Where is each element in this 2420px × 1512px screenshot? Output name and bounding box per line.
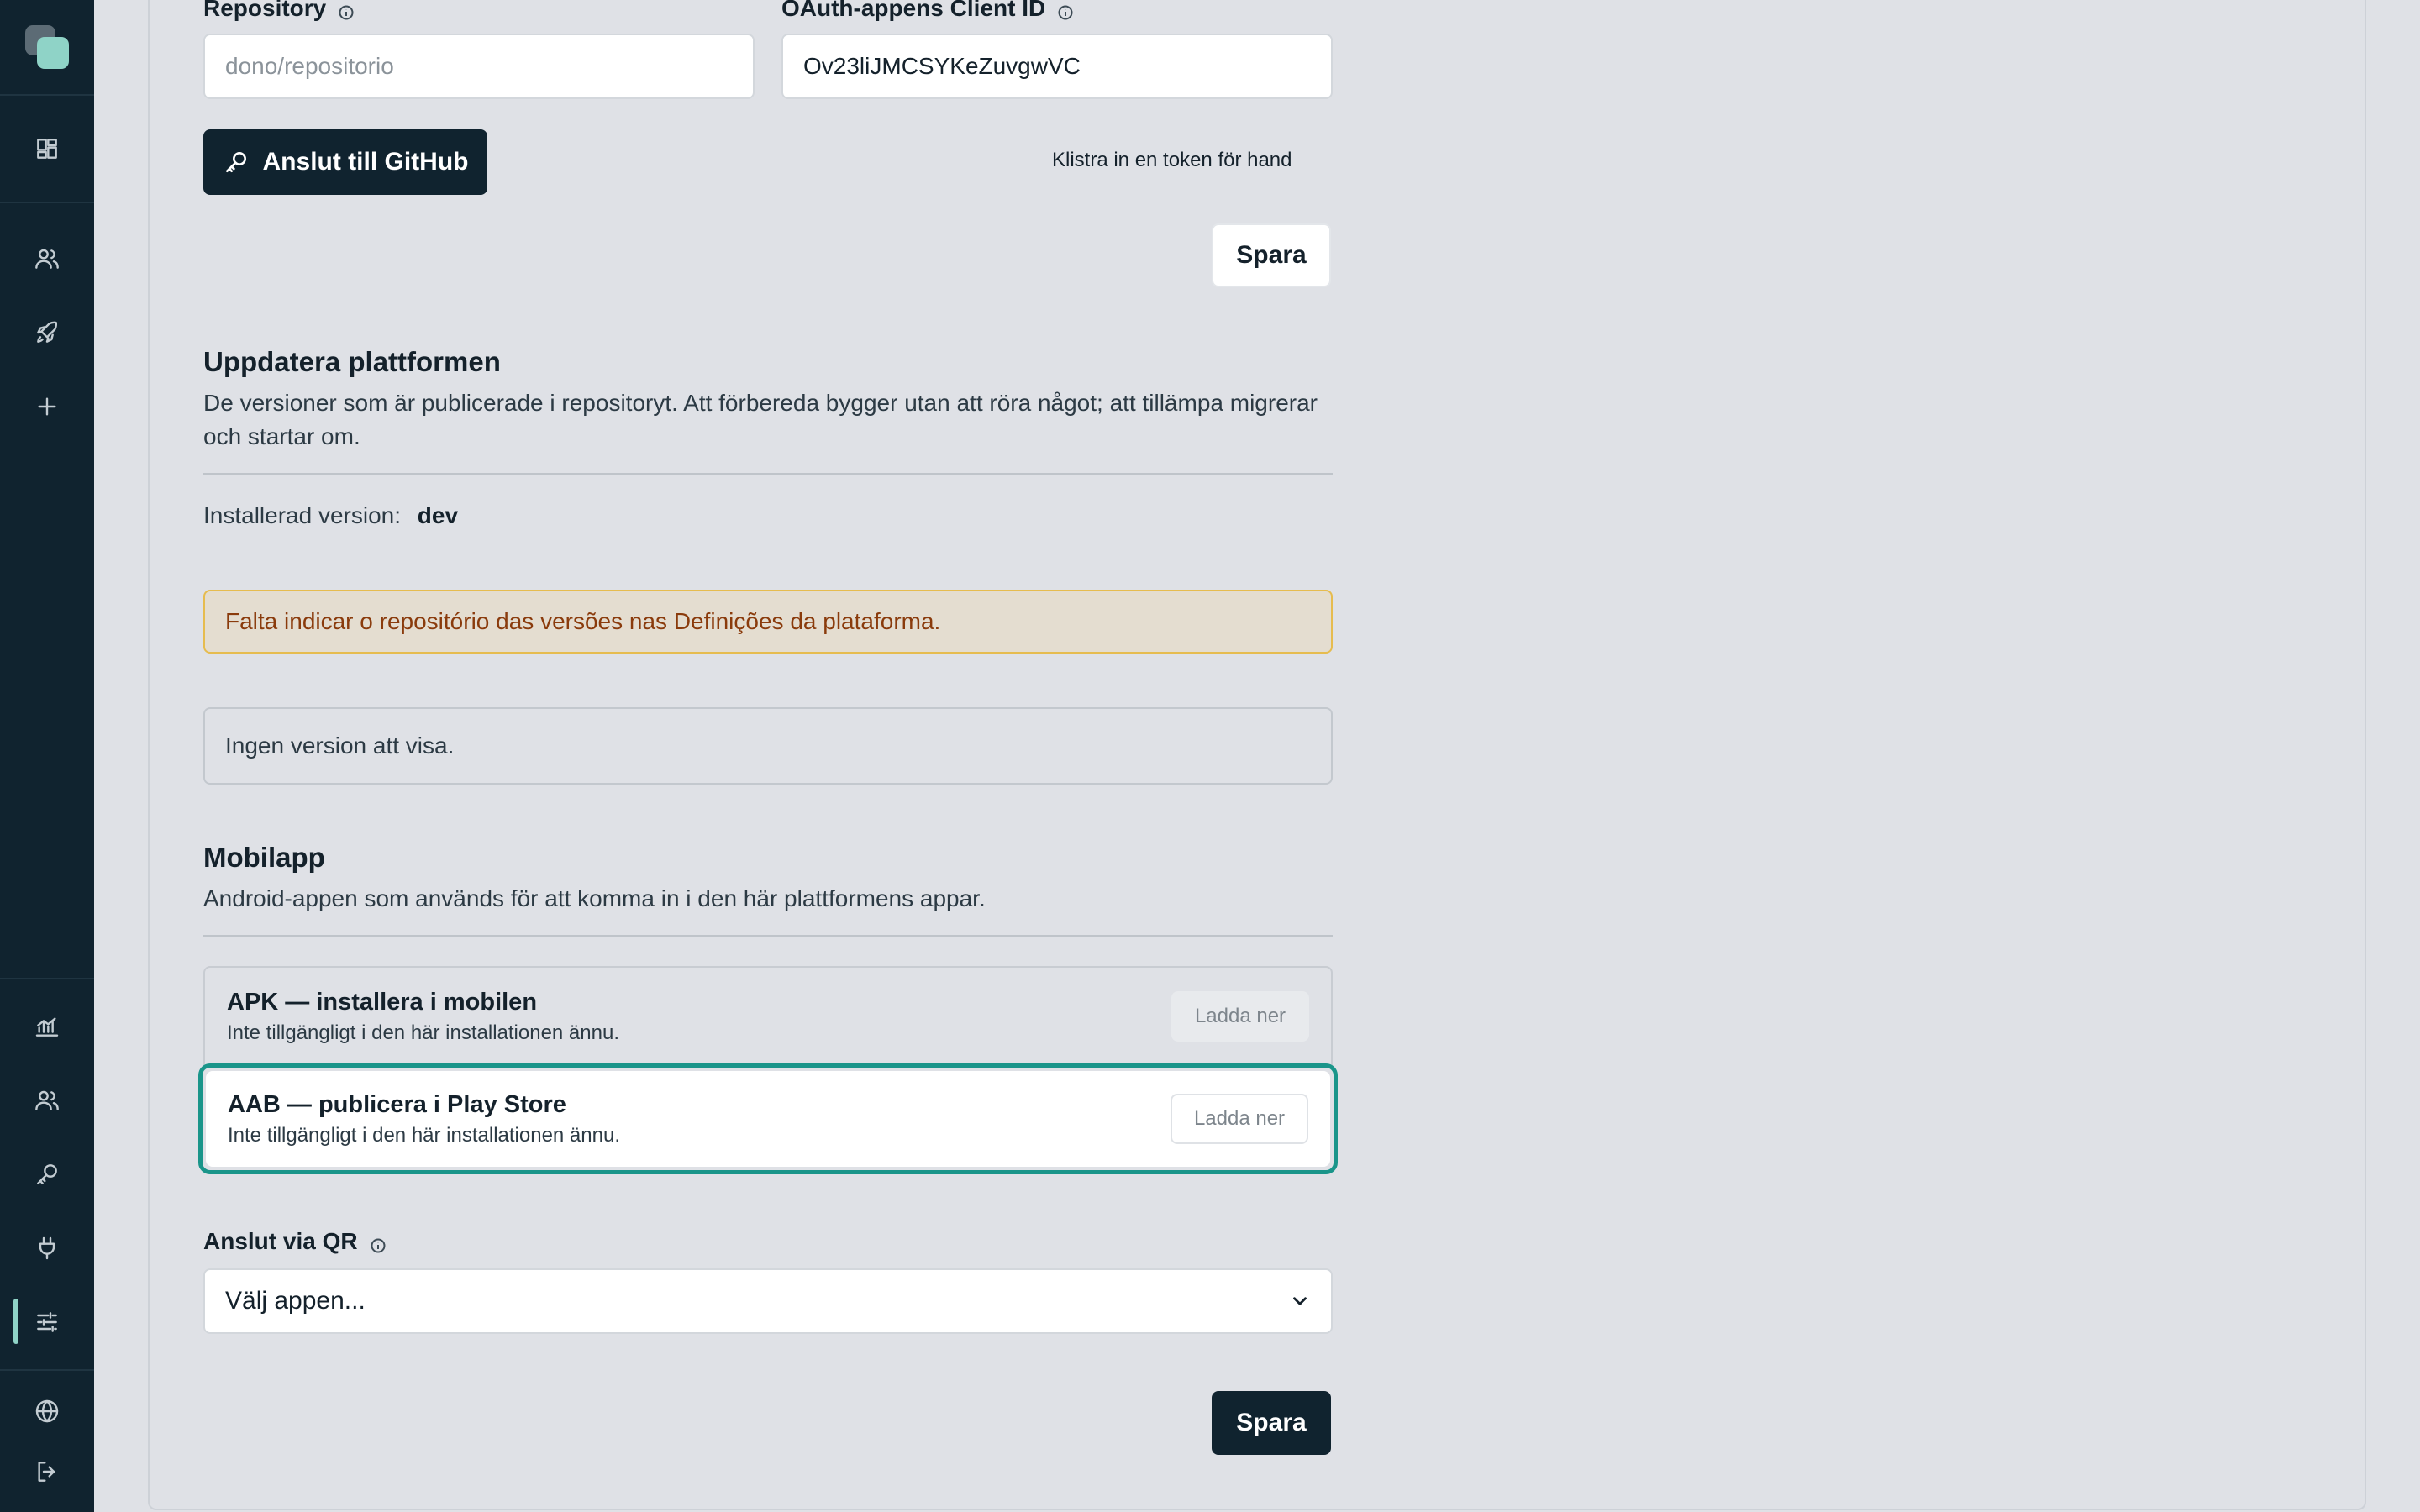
key-icon[interactable] bbox=[29, 1156, 66, 1193]
info-icon[interactable] bbox=[370, 1233, 387, 1253]
repository-label: Repository bbox=[203, 0, 355, 22]
sidebar-divider bbox=[0, 978, 94, 979]
save-mobile-button[interactable]: Spara bbox=[1212, 1391, 1331, 1455]
globe-icon[interactable] bbox=[29, 1393, 66, 1430]
download-item-subtitle: Inte tillgängligt i den här installation… bbox=[228, 1123, 620, 1147]
download-item-title: AAB — publicera i Play Store bbox=[228, 1090, 566, 1118]
analytics-icon[interactable] bbox=[29, 1008, 66, 1045]
sliders-icon[interactable] bbox=[29, 1304, 66, 1341]
download-aab-button[interactable]: Ladda ner bbox=[1171, 1094, 1308, 1144]
logout-icon[interactable] bbox=[29, 1453, 66, 1490]
plug-icon[interactable] bbox=[29, 1230, 66, 1267]
section-divider bbox=[203, 473, 1333, 475]
download-item-subtitle: Inte tillgängligt i den här installation… bbox=[227, 1021, 619, 1044]
plus-icon[interactable] bbox=[29, 388, 66, 425]
users-icon[interactable] bbox=[29, 240, 66, 277]
sidebar-divider bbox=[0, 94, 94, 96]
update-section-title: Uppdatera plattformen bbox=[203, 346, 501, 377]
download-apk-button[interactable]: Ladda ner bbox=[1171, 991, 1309, 1042]
rocket-icon[interactable] bbox=[29, 314, 66, 351]
qr-app-select[interactable]: Välj appen... bbox=[203, 1268, 1333, 1334]
update-section-description: De versioner som är publicerade i reposi… bbox=[203, 390, 1318, 449]
dashboard-icon[interactable] bbox=[29, 130, 66, 167]
client-id-label: OAuth-appens Client ID bbox=[781, 0, 1074, 22]
repository-warning-alert: Falta indicar o repositório das versões … bbox=[203, 590, 1333, 654]
app-logo[interactable] bbox=[24, 24, 71, 71]
team-icon[interactable] bbox=[29, 1082, 66, 1119]
connect-github-button[interactable]: Anslut till GitHub bbox=[203, 129, 487, 195]
connect-github-label: Anslut till GitHub bbox=[262, 148, 469, 176]
download-item-apk: APK — installera i mobilen Inte tillgäng… bbox=[203, 966, 1333, 1065]
chevron-down-icon bbox=[1293, 1297, 1307, 1305]
info-icon[interactable] bbox=[1057, 0, 1074, 20]
versions-empty-state: Ingen version att visa. bbox=[203, 707, 1333, 785]
qr-app-select-value: Välj appen... bbox=[225, 1287, 366, 1315]
client-id-input[interactable]: Ov23liJMCSYKeZuvgwVC bbox=[781, 34, 1333, 99]
sidebar-divider bbox=[0, 202, 94, 203]
manual-token-link[interactable]: Klistra in en token för hand bbox=[1052, 149, 1292, 172]
download-item-title: APK — installera i mobilen bbox=[227, 988, 538, 1016]
sidebar-divider bbox=[0, 1369, 94, 1371]
mobile-section-description: Android-appen som används för att komma … bbox=[203, 885, 986, 911]
active-indicator bbox=[13, 1299, 18, 1344]
mobile-section-title: Mobilapp bbox=[203, 842, 325, 873]
installed-version-label: Installerad version: bbox=[203, 502, 402, 528]
repository-input[interactable]: dono/repositorio bbox=[203, 34, 755, 99]
key-icon bbox=[225, 152, 246, 172]
qr-label: Anslut via QR bbox=[203, 1228, 387, 1255]
info-icon[interactable] bbox=[338, 0, 355, 20]
sidebar bbox=[0, 0, 94, 1512]
download-item-aab[interactable]: AAB — publicera i Play Store Inte tillgä… bbox=[206, 1071, 1330, 1167]
section-divider bbox=[203, 935, 1333, 937]
installed-version-value: dev bbox=[417, 502, 459, 528]
save-github-button[interactable]: Spara bbox=[1212, 223, 1331, 287]
installed-version: Installerad version: dev bbox=[203, 502, 458, 529]
